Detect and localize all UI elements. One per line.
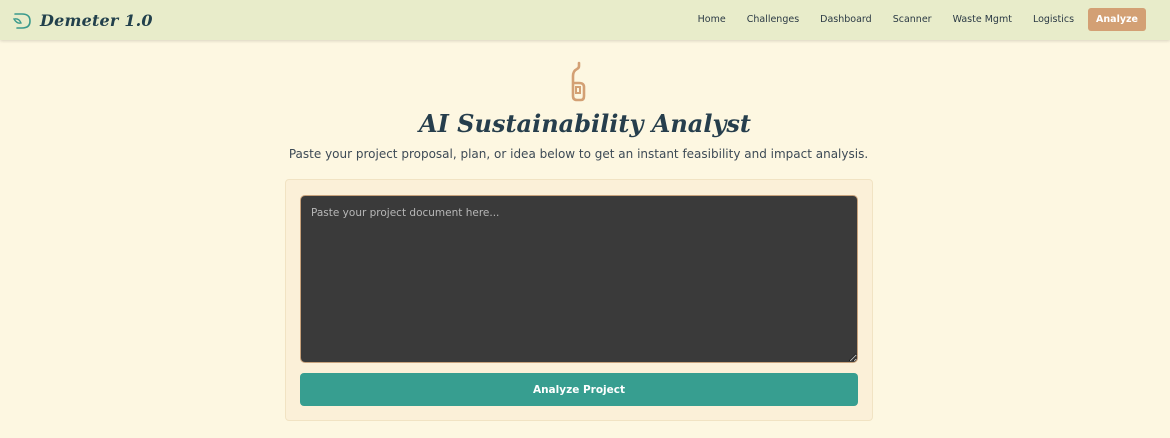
brand[interactable]: Demeter 1.0: [12, 6, 153, 34]
top-navbar: Demeter 1.0 Home Challenges Dashboard Sc…: [0, 0, 1170, 40]
brand-name: Demeter 1.0: [40, 10, 153, 30]
project-document-input[interactable]: [300, 195, 858, 363]
nav-item-analyze[interactable]: Analyze: [1088, 8, 1146, 31]
analyze-project-button[interactable]: Analyze Project: [300, 373, 858, 406]
page-subtitle: Paste your project proposal, plan, or id…: [288, 147, 869, 161]
nav-item-scanner[interactable]: Scanner: [883, 9, 942, 30]
nav-item-home[interactable]: Home: [688, 9, 736, 30]
nav-item-challenges[interactable]: Challenges: [737, 9, 809, 30]
page-title: AI Sustainability Analyst: [418, 109, 752, 138]
bottle-icon: [571, 61, 586, 102]
main-nav: Home Challenges Dashboard Scanner Waste …: [687, 8, 1146, 31]
nav-item-dashboard[interactable]: Dashboard: [810, 9, 882, 30]
analysis-card: Analyze Project: [285, 179, 873, 421]
nav-item-logistics[interactable]: Logistics: [1023, 9, 1084, 30]
leaf-d-logo-icon: [12, 13, 31, 29]
nav-item-waste-mgmt[interactable]: Waste Mgmt: [943, 9, 1022, 30]
